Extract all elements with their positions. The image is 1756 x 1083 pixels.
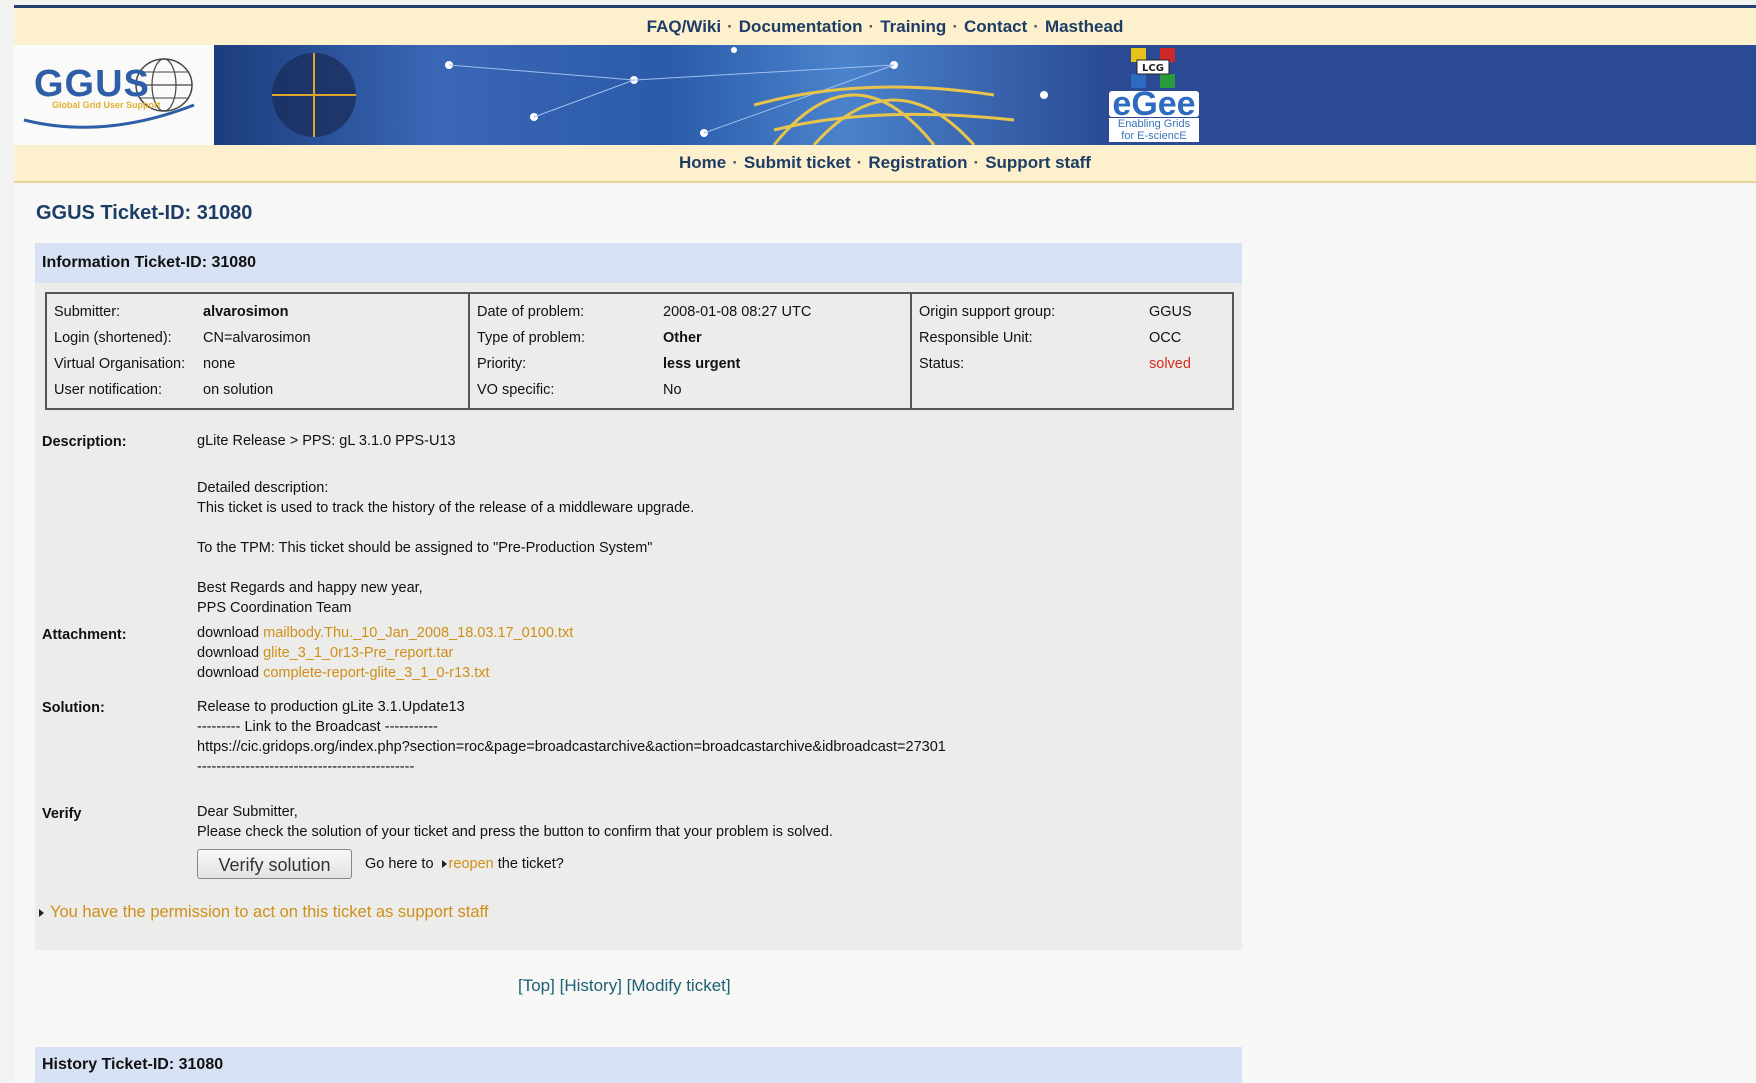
verify-instruction: Please check the solution of your ticket… [197, 824, 833, 840]
history-link[interactable]: [History] [560, 976, 622, 995]
verify-solution-button[interactable]: Verify solution [197, 849, 352, 879]
solution-label: Solution: [42, 700, 105, 716]
field-label: Status: [919, 356, 965, 372]
submitter-column: Submitter: alvarosimon Login (shortened)… [47, 294, 470, 408]
modify-ticket-link[interactable]: [Modify ticket] [627, 976, 731, 995]
attachment-link[interactable]: glite_3_1_0r13-Pre_report.tar [263, 645, 453, 661]
login-value: CN=alvarosimon [203, 330, 311, 346]
nav-support-staff[interactable]: Support staff [985, 153, 1091, 172]
ggus-logo[interactable]: GGUS Global Grid User Support [14, 45, 214, 145]
page-title: GGUS Ticket-ID: 31080 [36, 202, 253, 224]
field-label: User notification: [54, 382, 162, 398]
download-prefix: download [197, 625, 260, 641]
egee-logo[interactable]: LCG eGee Enabling Grids for E-sciencE [1109, 48, 1199, 142]
top-navigation: FAQ/Wiki · Documentation · Training · Contact ·… [14, 8, 1756, 45]
description-line: To the TPM: This ticket should be assign… [197, 540, 653, 556]
description-line: gLite Release > PPS: gL 3.1.0 PPS-U13 [197, 433, 456, 449]
nav-documentation[interactable]: Documentation [739, 17, 863, 36]
attachment-link[interactable]: complete-report-glite_3_1_0-r13.txt [263, 665, 489, 681]
field-label: Date of problem: [477, 304, 585, 320]
verify-greeting: Dear Submitter, [197, 804, 298, 820]
svg-text:LCG: LCG [1142, 63, 1164, 74]
notification-value: on solution [203, 382, 274, 398]
nav-contact[interactable]: Contact [964, 17, 1027, 36]
panel-header: Information Ticket-ID: 31080 [35, 243, 1242, 283]
attachment-item: download complete-report-glite_3_1_0-r13… [197, 665, 490, 681]
vo-value: none [203, 356, 236, 372]
nav-registration[interactable]: Registration [868, 153, 967, 172]
field-label: Login (shortened): [54, 330, 172, 346]
description-line: This ticket is used to track the history… [197, 500, 695, 516]
problem-column: Date of problem: 2008-01-08 08:27 UTC Ty… [470, 294, 912, 408]
arrow-right-icon [39, 908, 44, 917]
logo-subtitle: Global Grid User Support [52, 100, 161, 110]
attachment-link[interactable]: mailbody.Thu._10_Jan_2008_18.03.17_0100.… [263, 625, 573, 641]
description-line: Detailed description: [197, 480, 329, 496]
solution-line: --------- Link to the Broadcast --------… [197, 719, 438, 735]
attachment-item: download glite_3_1_0r13-Pre_report.tar [197, 645, 453, 661]
field-label: Responsible Unit: [919, 330, 1033, 346]
ticket-summary-table: Submitter: alvarosimon Login (shortened)… [45, 292, 1234, 410]
solution-line: ----------------------------------------… [197, 759, 415, 775]
support-column: Origin support group: GGUS Responsible U… [912, 294, 1232, 408]
submitter-value: alvarosimon [203, 304, 289, 320]
banner-artwork [214, 45, 1114, 145]
verify-label: Verify [42, 806, 82, 822]
vo-specific-value: No [663, 382, 682, 398]
description-line: PPS Coordination Team [197, 600, 352, 616]
reopen-suffix: the ticket? [497, 856, 564, 872]
nav-submit-ticket[interactable]: Submit ticket [744, 153, 851, 172]
nav-separator: · [727, 17, 733, 36]
nav-separator: · [732, 153, 738, 172]
nav-separator: · [868, 17, 875, 36]
description-line: Best Regards and happy new year, [197, 580, 423, 596]
type-value: Other [663, 330, 702, 346]
field-label: Type of problem: [477, 330, 585, 346]
attachment-item: download mailbody.Thu._10_Jan_2008_18.03… [197, 625, 573, 641]
solution-url: https://cic.gridops.org/index.php?sectio… [197, 739, 946, 755]
nav-home[interactable]: Home [679, 153, 726, 172]
network-art-icon [272, 47, 1048, 145]
field-label: VO specific: [477, 382, 555, 398]
egee-subtitle-1: Enabling Grids [1109, 118, 1199, 130]
reopen-link[interactable]: reopen [449, 856, 494, 872]
permission-text: You have the permission to act on this t… [50, 903, 489, 921]
egee-subtitle-2: for E-sciencE [1109, 130, 1199, 142]
nav-faq-wiki[interactable]: FAQ/Wiki [647, 17, 721, 36]
header-banner: GGUS Global Grid User Support LCG eGee E… [14, 45, 1756, 145]
field-label: Priority: [477, 356, 527, 372]
nav-separator: · [973, 153, 980, 172]
attachment-label: Attachment: [42, 627, 127, 643]
status-badge: solved [1149, 356, 1191, 372]
egee-title: eGee [1109, 87, 1199, 121]
arrow-right-icon [441, 860, 447, 869]
top-link[interactable]: [Top] [518, 976, 555, 995]
main-navigation: Home · Submit ticket · Registration · Support … [14, 145, 1756, 183]
solution-line: Release to production gLite 3.1.Update13 [197, 699, 465, 715]
responsible-unit-value: OCC [1149, 330, 1182, 346]
nav-masthead[interactable]: Masthead [1045, 17, 1123, 36]
nav-separator: · [856, 153, 863, 172]
field-label: Virtual Organisation: [54, 356, 186, 372]
download-prefix: download [197, 645, 260, 661]
ticket-info-panel: Information Ticket-ID: 31080 Submitter: … [35, 243, 1242, 950]
download-prefix: download [197, 665, 260, 681]
priority-value: less urgent [663, 356, 741, 372]
support-staff-permission-link[interactable]: You have the permission to act on this t… [39, 903, 488, 922]
reopen-line: Go here to reopen the ticket? [365, 856, 564, 872]
description-label: Description: [42, 434, 127, 450]
reopen-prefix: Go here to [365, 856, 434, 872]
field-label: Origin support group: [919, 304, 1056, 320]
bottom-links: [Top] [History] [Modify ticket] [518, 976, 731, 996]
field-label: Submitter: [54, 304, 121, 320]
origin-group-value: GGUS [1149, 304, 1192, 320]
nav-separator: · [1033, 17, 1039, 36]
history-header: History Ticket-ID: 31080 [35, 1047, 1242, 1083]
nav-separator: · [952, 17, 958, 36]
nav-training[interactable]: Training [880, 17, 946, 36]
lcg-logo-icon: LCG [1131, 48, 1175, 88]
date-value: 2008-01-08 08:27 UTC [663, 304, 812, 320]
